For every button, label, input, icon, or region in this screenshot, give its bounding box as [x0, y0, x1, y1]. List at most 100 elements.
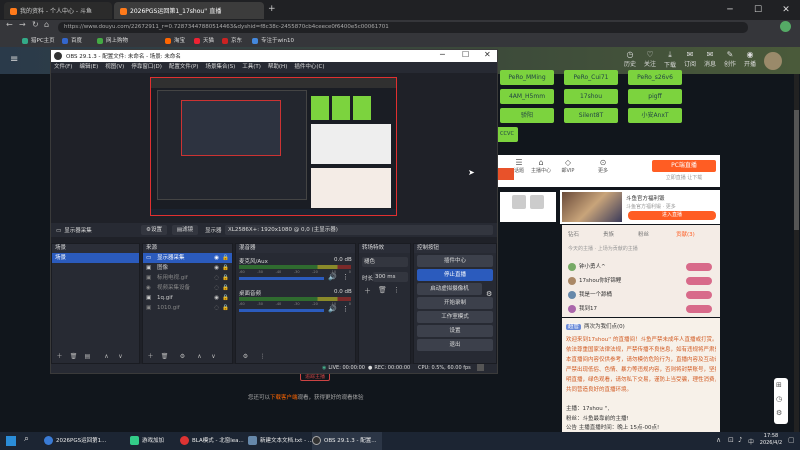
- obs-preview-canvas[interactable]: [150, 77, 397, 216]
- anchor-pill[interactable]: PeRo_Cui71: [564, 70, 618, 85]
- source-item[interactable]: ▣ 1010.gif ◌ 🔒: [143, 303, 232, 313]
- anchor-pill[interactable]: Silent8T: [564, 108, 618, 123]
- taskbar-item-browser[interactable]: 2026PGS运回第1...: [44, 432, 128, 450]
- bookmark-5[interactable]: 天猫: [194, 36, 214, 46]
- settings-button[interactable]: 设置: [417, 325, 493, 337]
- nav-subscribe[interactable]: ✉ 订阅: [680, 50, 700, 68]
- transition-select[interactable]: 褪色: [362, 257, 408, 267]
- maximize-button[interactable]: ☐: [744, 3, 772, 17]
- rank-tab-diamond[interactable]: 钻石: [568, 230, 579, 238]
- bookmark-1[interactable]: 猎PC主页: [22, 36, 55, 46]
- virtual-camera-settings-icon[interactable]: ⚙: [486, 290, 492, 298]
- windows-start-icon[interactable]: [6, 436, 16, 446]
- delete-icon[interactable]: 🗑: [378, 286, 387, 294]
- rank-tab-noble[interactable]: 贵族: [603, 230, 614, 238]
- obs-menu-plugins[interactable]: 插件中心(C): [294, 64, 324, 70]
- obs-menu-profile[interactable]: 配置文件(P): [169, 64, 199, 70]
- add-icon[interactable]: ＋: [364, 286, 371, 296]
- obs-menu-file[interactable]: 文件(F): [54, 64, 72, 70]
- taskbar-item-obs[interactable]: OBS 29.1.3 - 配置...: [312, 432, 382, 450]
- anchor-pill[interactable]: 骄阳: [500, 108, 554, 123]
- obs-menu-scenecollection[interactable]: 场景集合(S): [205, 64, 235, 70]
- delete-icon[interactable]: 🗑: [69, 353, 78, 361]
- studio-mode-button[interactable]: 工作室模式: [417, 311, 493, 323]
- ad-side-card[interactable]: [500, 192, 556, 222]
- anchor-pill[interactable]: PeRo_MMing: [500, 70, 554, 85]
- lock-icon[interactable]: 🔒: [222, 283, 229, 293]
- lock-icon[interactable]: 🔒: [222, 303, 229, 313]
- rank-tab-fans[interactable]: 粉丝: [638, 230, 649, 238]
- mixer-menu-icon[interactable]: ⋮: [258, 353, 267, 361]
- bookmark-6[interactable]: 京东: [222, 36, 242, 46]
- exit-button[interactable]: 退出: [417, 339, 493, 351]
- stop-streaming-button[interactable]: 停止直播: [417, 269, 493, 281]
- lock-icon[interactable]: 🔒: [222, 253, 229, 263]
- volume-icon[interactable]: ♪: [738, 436, 742, 444]
- search-icon[interactable]: ⌕: [24, 434, 29, 444]
- nav-message[interactable]: ✉ 消息: [700, 50, 720, 68]
- ranking-item[interactable]: 我是一个舔桶: [568, 290, 716, 301]
- download-client-link[interactable]: 下载客户端: [270, 395, 298, 401]
- action-vip[interactable]: ◇ 邮VIP: [553, 158, 583, 174]
- input-method[interactable]: 中: [748, 437, 754, 446]
- bookmark-3[interactable]: 网上购物: [97, 36, 128, 46]
- home-icon[interactable]: ⌂: [44, 20, 49, 29]
- anchor-pill[interactable]: 17shou: [564, 89, 618, 104]
- forward-icon[interactable]: →: [19, 20, 26, 29]
- duration-input[interactable]: 300 ms: [373, 272, 408, 282]
- ranking-item[interactable]: 17shou你好锦鲤: [568, 276, 716, 287]
- browser-tab-2[interactable]: 2026PGS运回第1_17shou'' 直播: [114, 2, 264, 19]
- ranking-item[interactable]: 钟小勇人^: [568, 262, 716, 273]
- ranking-item[interactable]: 我到17: [568, 304, 716, 315]
- clock[interactable]: 17:58 2026/4/2: [756, 433, 786, 447]
- eye-icon[interactable]: ◉: [214, 293, 219, 303]
- add-icon[interactable]: ＋: [146, 353, 155, 361]
- float-tool-icon[interactable]: ⚙: [776, 409, 782, 417]
- filter-icon[interactable]: ▤: [83, 353, 92, 361]
- speaker-icon[interactable]: 🔊: [328, 273, 337, 281]
- rank-tab-contrib[interactable]: 贡献(3): [676, 230, 695, 238]
- bookmark-7[interactable]: 专注于win10: [252, 36, 294, 46]
- eye-off-icon[interactable]: ◌: [214, 283, 219, 293]
- taskbar-item-game[interactable]: 游戏加加: [130, 432, 180, 450]
- anchor-pill[interactable]: pigff: [628, 89, 682, 104]
- down-icon[interactable]: ∨: [209, 353, 218, 361]
- source-item[interactable]: ▭ 显示器采集 ◉ 🔒: [143, 253, 232, 263]
- start-virtual-camera-button[interactable]: 启动虚拟摄像机: [417, 283, 482, 295]
- delete-icon[interactable]: 🗑: [160, 353, 169, 361]
- pc-live-button[interactable]: PC端直播: [652, 160, 716, 172]
- lock-icon[interactable]: 🔒: [222, 273, 229, 283]
- obs-maximize-button[interactable]: ☐: [462, 50, 469, 59]
- action-more[interactable]: ⊙ 更多: [588, 158, 618, 174]
- obs-close-button[interactable]: ✕: [484, 50, 491, 59]
- action-anchor-center[interactable]: ⌂ 主播中心: [526, 158, 556, 174]
- up-icon[interactable]: ∧: [102, 353, 111, 361]
- obs-menu-tools[interactable]: 工具(T): [242, 64, 261, 70]
- user-avatar[interactable]: [764, 52, 782, 70]
- obs-display-select[interactable]: XL2586X+: 1920x1080 @ 0,0 (主显示器): [225, 225, 493, 235]
- source-item[interactable]: ▣ 1q.gif ◉ 🔒: [143, 293, 232, 303]
- source-item[interactable]: ▣ 图像 ◉ 🔒: [143, 263, 232, 273]
- anchor-pill[interactable]: PeRo_s26v6: [628, 70, 682, 85]
- eye-icon[interactable]: ◉: [214, 263, 219, 273]
- obs-menu-view[interactable]: 视图(V): [105, 64, 124, 70]
- float-tool-icon[interactable]: ◷: [776, 395, 782, 403]
- start-recording-button[interactable]: 开始录制: [417, 297, 493, 309]
- scene-item[interactable]: 场景: [52, 253, 139, 263]
- obs-source-settings-button[interactable]: ⚙设置: [141, 225, 167, 235]
- new-tab-button[interactable]: +: [268, 4, 276, 14]
- scrollbar-thumb[interactable]: [794, 110, 799, 230]
- tray-chevron-icon[interactable]: ∧: [716, 436, 721, 444]
- obs-menu-edit[interactable]: 编辑(E): [79, 64, 98, 70]
- browser-tab-1[interactable]: 我的资料 - 个人中心 - 斗鱼: [4, 2, 112, 19]
- down-icon[interactable]: ∨: [116, 353, 125, 361]
- obs-menu-help[interactable]: 帮助(H): [268, 64, 287, 70]
- anchor-pill[interactable]: 小安AnxT: [628, 108, 682, 123]
- bookmark-2[interactable]: 百度: [62, 36, 82, 46]
- minimize-button[interactable]: ─: [716, 3, 744, 17]
- address-bar[interactable]: https://www.douyu.com/22672911_r=0.72873…: [58, 22, 748, 33]
- add-icon[interactable]: ＋: [55, 353, 64, 361]
- obs-minimize-button[interactable]: ─: [440, 50, 445, 59]
- close-button[interactable]: ✕: [772, 3, 800, 17]
- transition-menu-icon[interactable]: ⋮: [393, 286, 400, 294]
